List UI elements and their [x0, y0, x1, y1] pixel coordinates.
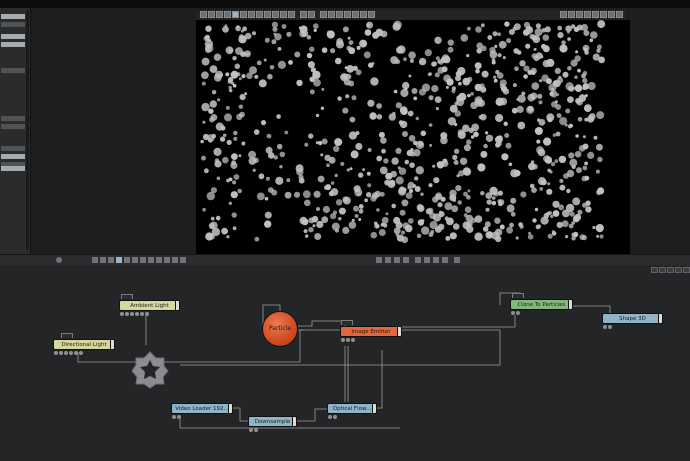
node-tab [512, 293, 524, 298]
node-tab [341, 320, 353, 325]
input-port[interactable] [254, 428, 258, 432]
input-port[interactable] [130, 312, 134, 316]
node-ports [341, 338, 356, 342]
input-port[interactable] [145, 312, 149, 316]
app-window: Ambient Light Directional Light Particle… [0, 0, 690, 461]
node-handle[interactable] [568, 300, 572, 309]
input-port[interactable] [511, 311, 515, 315]
node-tab [61, 333, 73, 338]
input-port[interactable] [135, 312, 139, 316]
node-ports [603, 325, 613, 329]
node-handle[interactable] [110, 340, 114, 349]
node-label: Video Loader 192... [175, 406, 229, 412]
input-port[interactable] [74, 351, 78, 355]
node-handle[interactable] [397, 327, 401, 336]
node-clone-to-particles[interactable]: Clone To Particles [510, 299, 573, 310]
connection-wire [298, 320, 346, 327]
connection-wire [572, 305, 611, 313]
input-port[interactable] [346, 338, 350, 342]
input-port[interactable] [79, 351, 83, 355]
input-port[interactable] [54, 351, 58, 355]
node-ports [511, 311, 521, 315]
node-handle[interactable] [175, 301, 179, 310]
node-tab [121, 294, 133, 299]
node-ports [249, 428, 259, 432]
input-port[interactable] [603, 325, 607, 329]
node-label: Ambient Light [130, 303, 169, 309]
input-port[interactable] [341, 338, 345, 342]
input-port[interactable] [59, 351, 63, 355]
input-port[interactable] [177, 415, 181, 419]
node-ports [328, 415, 338, 419]
node-ports [120, 312, 150, 316]
node-optical-flow[interactable]: Optical Flow... [327, 403, 377, 414]
connection-wire [296, 408, 327, 422]
input-port[interactable] [64, 351, 68, 355]
node-video-loader[interactable]: Video Loader 192... [171, 403, 233, 414]
node-downsample[interactable]: Downsample [248, 416, 297, 427]
connection-wire [376, 350, 383, 409]
node-connections [77, 292, 611, 429]
node-label: Shape 3D [619, 316, 646, 322]
node-ports [172, 415, 182, 419]
input-port[interactable] [125, 312, 129, 316]
node-shape-3d[interactable]: Shape 3D [602, 313, 663, 324]
node-label: Particle [268, 325, 292, 332]
input-port[interactable] [333, 415, 337, 419]
input-port[interactable] [172, 415, 176, 419]
node-label: Downsample [254, 419, 291, 425]
input-port[interactable] [120, 312, 124, 316]
node-image-emitter[interactable]: Image Emitter [340, 326, 402, 337]
node-ports [54, 351, 84, 355]
input-port[interactable] [69, 351, 73, 355]
node-particle[interactable]: Particle [262, 311, 298, 347]
input-port[interactable] [516, 311, 520, 315]
input-port[interactable] [351, 338, 355, 342]
node-ambient-light[interactable]: Ambient Light [119, 300, 180, 311]
node-handle[interactable] [372, 404, 376, 413]
input-port[interactable] [608, 325, 612, 329]
node-label: Image Emitter [351, 329, 391, 335]
node-label: Clone To Particles [517, 302, 566, 308]
node-label: Optical Flow... [332, 406, 372, 412]
node-handle[interactable] [228, 404, 232, 413]
node-handle[interactable] [658, 314, 662, 323]
input-port[interactable] [140, 312, 144, 316]
gear-icon[interactable] [130, 350, 170, 390]
connection-wire [232, 407, 248, 422]
node-directional-light[interactable]: Directional Light [53, 339, 115, 350]
input-port[interactable] [328, 415, 332, 419]
node-handle[interactable] [292, 417, 296, 426]
node-label: Directional Light [61, 342, 107, 348]
input-port[interactable] [249, 428, 253, 432]
connection-wire [400, 315, 516, 328]
